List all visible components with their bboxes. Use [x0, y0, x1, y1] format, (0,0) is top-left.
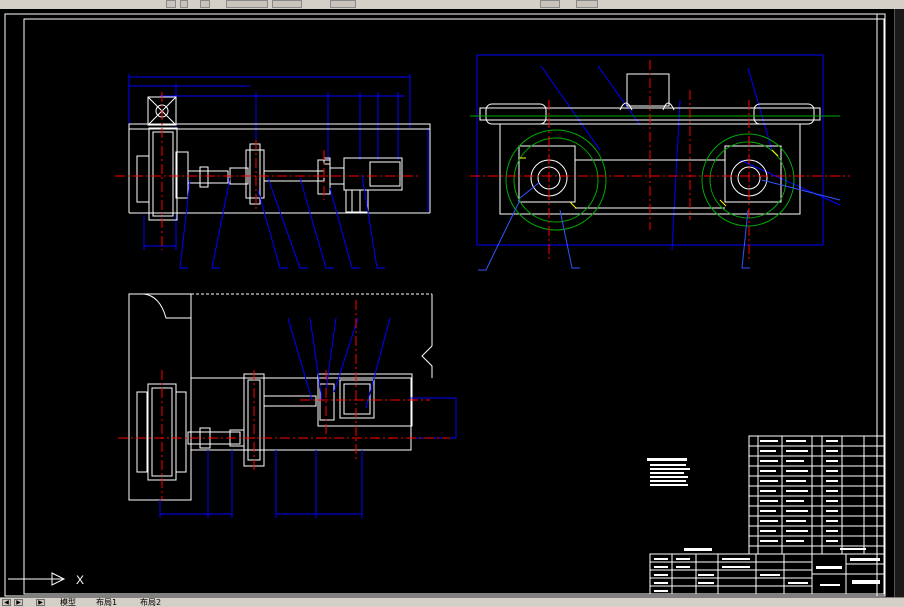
properties-tool-button[interactable] [180, 0, 188, 8]
help-tool-button[interactable] [576, 0, 598, 8]
layer-tool-button[interactable] [166, 0, 176, 8]
tab-nav-next-icon[interactable]: ▶ [14, 599, 23, 606]
match-tool-button[interactable] [272, 0, 302, 8]
vertical-scrollbar[interactable] [894, 9, 904, 597]
pan-tool-button[interactable] [226, 0, 268, 8]
undo-tool-button[interactable] [330, 0, 356, 8]
drawing-canvas[interactable]: X [0, 9, 894, 597]
tab-nav-prev-icon[interactable]: ◀ [2, 599, 11, 606]
redo-tool-button[interactable] [540, 0, 560, 8]
ucs-x-label: X [76, 573, 84, 587]
tab-nav-last-icon[interactable]: ▶ [36, 599, 45, 606]
zoom-tool-button[interactable] [200, 0, 210, 8]
